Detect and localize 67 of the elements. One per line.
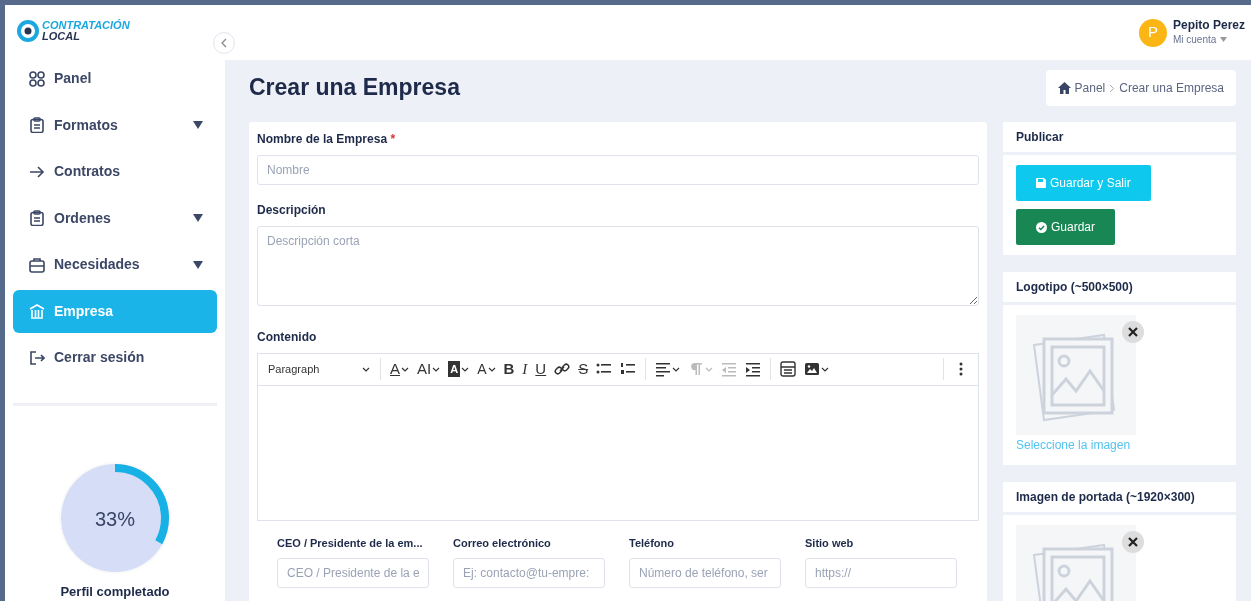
html-embed-icon — [780, 361, 797, 377]
sidebar-item[interactable]: Ordenes — [13, 196, 217, 240]
field-label: Descripción — [257, 202, 327, 219]
chevron-left-icon — [220, 38, 228, 48]
font-color-button[interactable]: A — [387, 357, 412, 381]
page-title: Crear una Empresa — [249, 74, 460, 102]
clipboard-icon — [29, 117, 45, 134]
link-icon — [554, 361, 571, 377]
progress-value: 33% — [94, 506, 136, 532]
progress-caption: Perfil completado — [60, 582, 170, 601]
field-label: CEO / Presidente de la em... — [277, 535, 424, 551]
text-field[interactable]: https:// — [805, 558, 957, 588]
italic-button[interactable]: I — [519, 357, 531, 381]
text-field[interactable]: Número de teléfono, ser — [629, 558, 781, 588]
field-label: Correo electrónico — [453, 535, 552, 551]
text-field[interactable]: Ej: contacto@tu-empre: — [453, 558, 605, 588]
numbered-list-icon — [620, 361, 637, 377]
sidebar-item[interactable]: Panel — [13, 57, 217, 101]
card-title: Publicar — [1003, 122, 1236, 152]
field-label: Sitio web — [805, 535, 855, 551]
bold-button[interactable]: B — [500, 357, 518, 381]
indent-icon — [745, 361, 762, 377]
field-label: Nombre de la Empresa * — [257, 131, 397, 148]
logo-icon — [17, 20, 39, 42]
logo-text: CONTRATACIÓN — [42, 20, 130, 31]
check-circle-icon — [1036, 221, 1047, 233]
name-field[interactable]: Nombre — [257, 155, 979, 185]
card-title: Logotipo (~500×500) — [1003, 272, 1236, 302]
save-button[interactable]: Guardar — [1016, 209, 1116, 245]
card-title: Imagen de portada (~1920×300) — [1003, 481, 1236, 512]
sidebar-item[interactable]: Formatos — [13, 103, 217, 147]
clipboard-icon — [29, 210, 45, 227]
logo-text: LOCAL — [42, 31, 81, 42]
font-size-button[interactable]: AI — [414, 357, 444, 381]
paragraph-mark-icon — [688, 361, 705, 377]
arrow-icon — [29, 163, 45, 180]
briefcase-icon — [29, 256, 45, 273]
underline-button[interactable]: U — [532, 357, 550, 381]
remove-button[interactable] — [1122, 530, 1144, 553]
remove-button[interactable] — [1122, 321, 1144, 343]
highlight-button[interactable]: A — [445, 357, 473, 381]
logout-icon — [29, 349, 45, 366]
style-button[interactable]: A — [474, 357, 499, 381]
field-label: Contenido — [257, 328, 318, 346]
close-icon — [1128, 536, 1138, 547]
building-icon — [29, 303, 45, 320]
sidebar-item[interactable]: Contratos — [13, 150, 217, 194]
field-label: Teléfono — [629, 535, 675, 551]
close-icon — [1128, 327, 1138, 337]
chevron-down-icon — [362, 366, 370, 372]
account-menu[interactable]: Mi cuenta — [1172, 32, 1217, 47]
home-icon — [1057, 82, 1071, 94]
paragraph-dropdown[interactable]: Paragraph — [264, 357, 374, 381]
image-icon — [804, 361, 821, 377]
caret-icon — [1220, 37, 1228, 42]
description-field[interactable]: Descripción corta — [257, 226, 979, 306]
breadcrumb-link[interactable]: Panel — [1074, 79, 1106, 97]
align-left-icon — [655, 361, 672, 377]
strike-button[interactable]: S — [575, 357, 592, 381]
sidebar-item[interactable]: Cerrar sesión — [13, 336, 217, 380]
text-field[interactable]: CEO / Presidente de la e — [277, 558, 429, 588]
breadcrumb-current: Crear una Empresa — [1119, 80, 1224, 97]
chevron-right-icon — [1109, 83, 1116, 93]
outdent-icon — [721, 361, 738, 377]
sidebar-item[interactable]: Necesidades — [13, 243, 217, 287]
grid-icon — [29, 70, 45, 87]
user-name: Pepito Perez — [1172, 18, 1245, 32]
